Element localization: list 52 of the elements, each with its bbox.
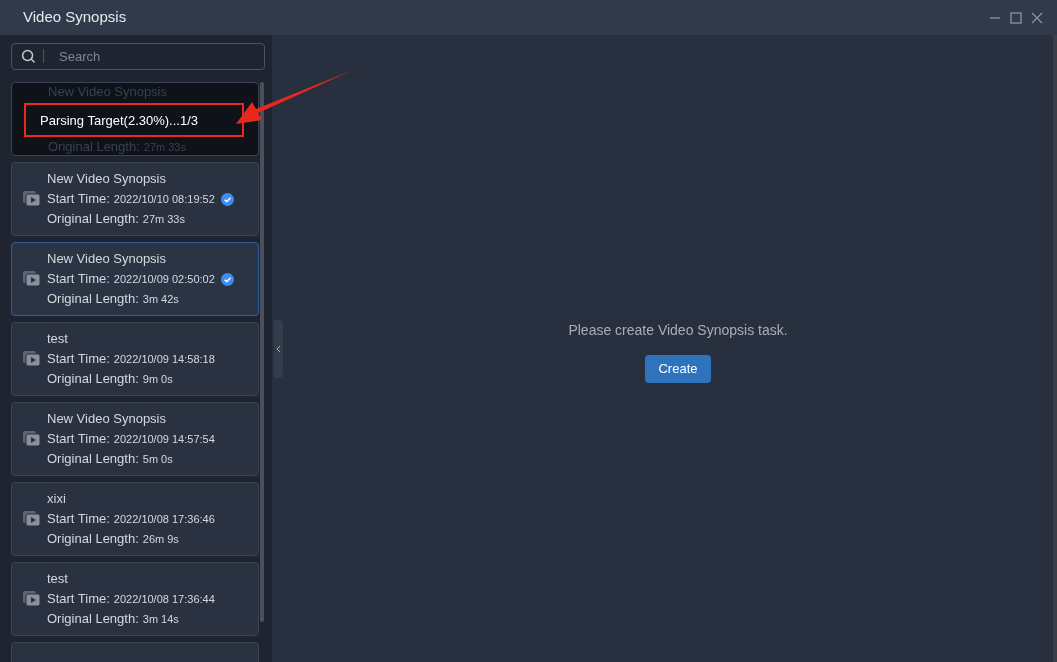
length-value: 3m 42s (142, 292, 179, 307)
length-value: 3m 14s (142, 612, 179, 627)
start-time-value: 2022/10/08 17:36:44 (113, 592, 215, 607)
length-value: 5m 0s (142, 452, 173, 467)
start-time-label: Start Time: (47, 510, 110, 528)
start-time-label: Start Time: (47, 350, 110, 368)
start-time-value: 2022/10/08 17:36:46 (113, 512, 215, 527)
length-value: 9m 0s (142, 372, 173, 387)
video-file-icon (23, 431, 41, 447)
close-icon[interactable] (1031, 11, 1043, 24)
start-time-value: 2022/10/09 14:58:18 (113, 352, 215, 367)
progress-text: Parsing Target(2.30%)...1/3 (40, 113, 198, 128)
task-card[interactable]: New Video Synopsis Start Time: 2022/10/09 14:57:54 Original Length: 5m 0s (11, 402, 259, 476)
search-field[interactable]: Search (11, 43, 265, 70)
video-file-icon (23, 511, 41, 527)
collapse-handle[interactable] (274, 319, 283, 378)
length-label: Original Length: (47, 530, 139, 548)
video-file-icon (23, 591, 41, 607)
task-card[interactable]: New Video Synopsis Start Time: 2022/10/10 08:19:52 Original Length: 27m 33s (11, 162, 259, 236)
task-name: test (47, 570, 69, 588)
task-card[interactable]: New Video Synopsis Start Time: 2022/10/09 02:50:02 Original Length: 3m 42s (11, 242, 259, 316)
task-name: xixi (47, 490, 67, 508)
video-file-icon (23, 351, 41, 367)
length-label: Original Length: (47, 610, 139, 628)
task-name: New Video Synopsis (47, 410, 167, 428)
start-time-label: Start Time: (47, 590, 110, 608)
chevron-left-icon (276, 344, 281, 353)
start-time-value: 2022/10/09 02:50:02 (113, 272, 215, 287)
video-file-icon (23, 271, 41, 287)
start-time-label: Start Time: (47, 270, 110, 288)
task-card[interactable]: test Start Time: 2022/10/09 14:58:18 Original Length: 9m 0s (11, 322, 259, 396)
start-time-label: Start Time: (47, 430, 110, 448)
task-name: New Video Synopsis (47, 250, 167, 268)
start-time-value: 2022/10/10 08:19:52 (113, 192, 215, 207)
search-icon (21, 49, 36, 64)
start-time-label: Start Time: (47, 190, 110, 208)
task-name: New Video Synopsis (47, 170, 167, 188)
video-file-icon (23, 191, 41, 207)
task-card[interactable]: test Start Time: 2022/10/08 17:36:44 Original Length: 3m 14s (11, 562, 259, 636)
length-label: Original Length: (47, 290, 139, 308)
length-label: Original Length: (47, 450, 139, 468)
task-card[interactable]: xixi Start Time: 2022/10/08 17:36:46 Original Length: 26m 9s (11, 482, 259, 556)
task-name: test (47, 330, 69, 348)
empty-message: Please create Video Synopsis task. (568, 321, 788, 340)
length-value: 26m 9s (142, 532, 179, 547)
create-button[interactable]: Create (645, 355, 711, 383)
length-label: Original Length: (47, 210, 139, 228)
length-value: 27m 33s (142, 212, 185, 227)
start-time-value: 2022/10/09 14:57:54 (113, 432, 215, 447)
length-label: Original Length: (47, 370, 139, 388)
window-title: Video Synopsis (23, 7, 127, 28)
maximize-icon[interactable] (1010, 11, 1022, 24)
